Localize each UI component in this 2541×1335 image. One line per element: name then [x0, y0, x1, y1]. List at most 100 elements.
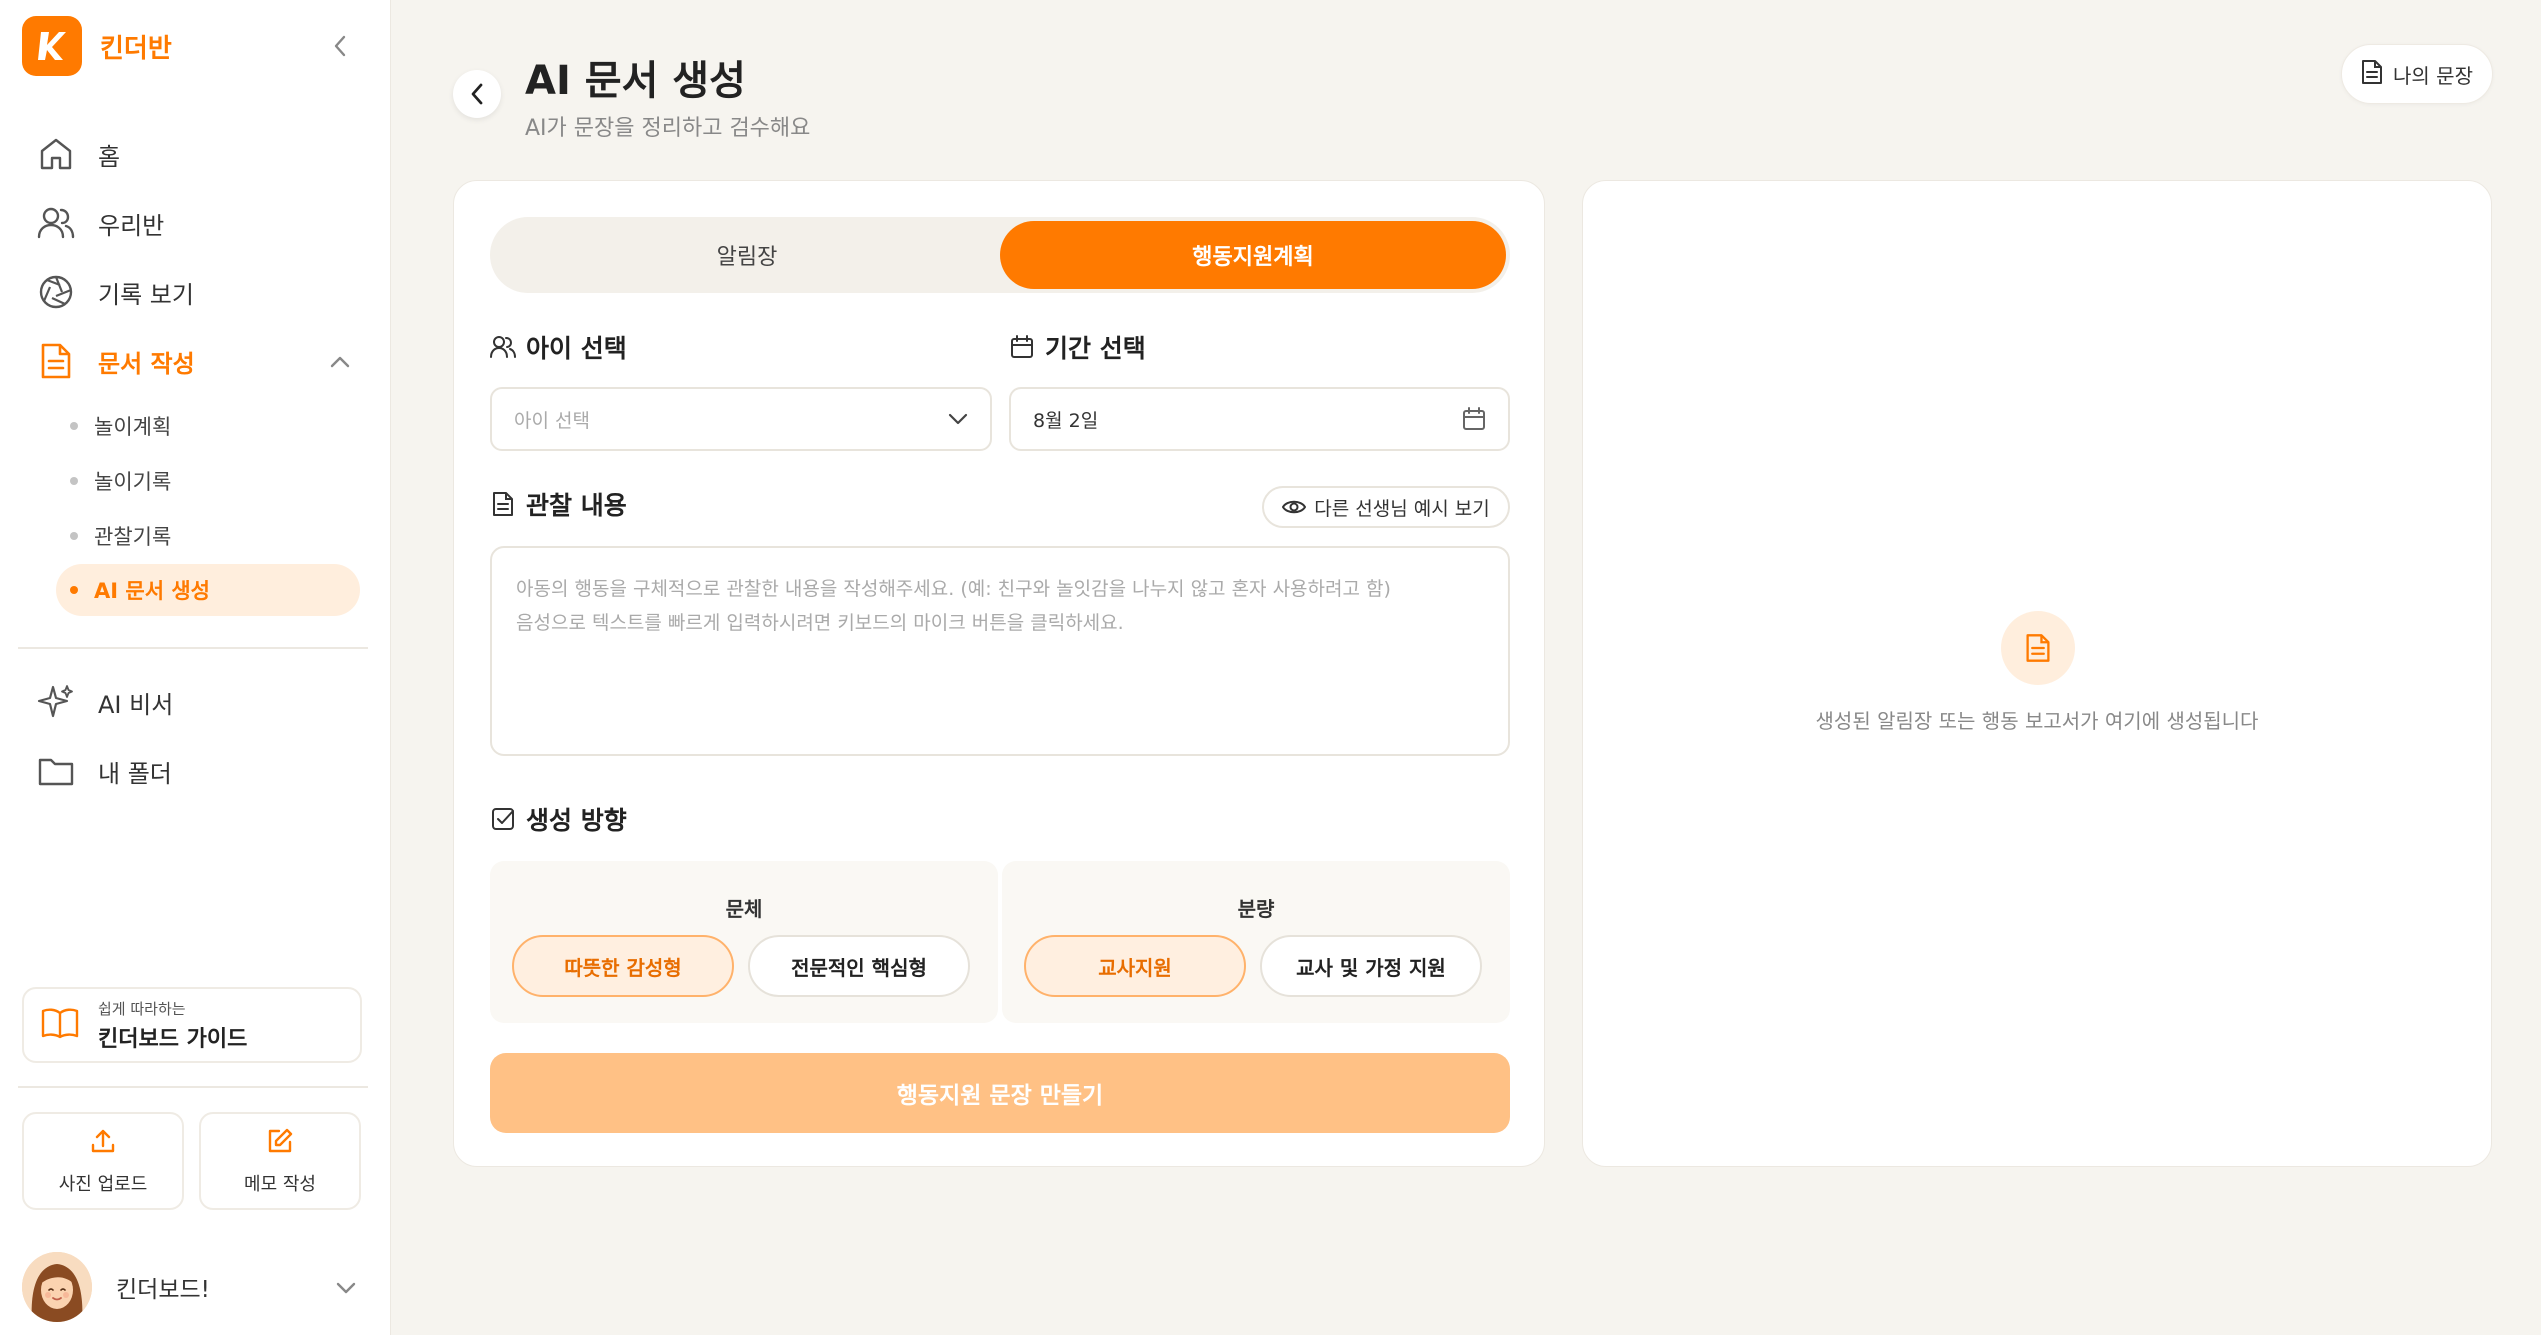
sub-item-label: 놀이기록: [94, 470, 172, 494]
preview-empty-message: 생성된 알림장 또는 행동 보고서가 여기에 생성됩니다: [1815, 709, 2259, 733]
aperture-icon: [34, 270, 78, 314]
avatar: [22, 1252, 92, 1322]
brand-name: 킨더반: [100, 33, 172, 64]
upload-photo-button[interactable]: 사진 업로드: [22, 1112, 184, 1210]
bullet-icon: [70, 532, 78, 540]
child-select-placeholder: 아이 선택: [514, 409, 590, 432]
nav-ai-assistant[interactable]: AI 비서: [34, 674, 173, 730]
sub-item-ai-document[interactable]: AI 문서 생성: [56, 564, 360, 616]
guide-card[interactable]: 쉽게 따라하는 킨더보드 가이드: [22, 987, 362, 1063]
observation-label-text: 관찰 내용: [526, 491, 627, 520]
child-select-label: 아이 선택: [490, 329, 627, 365]
nav-home[interactable]: 홈: [34, 126, 120, 182]
nav-write-documents-label: 문서 작성: [98, 349, 195, 378]
my-documents-label: 나의 문장: [2393, 63, 2473, 88]
calendar-icon: [1009, 334, 1035, 360]
amount-option-teacher[interactable]: 교사지원: [1024, 935, 1246, 997]
write-memo-button[interactable]: 메모 작성: [199, 1112, 361, 1210]
book-icon: [40, 1006, 80, 1044]
document-type-tabs: 알림장 행동지원계획: [490, 217, 1510, 293]
nav-view-records[interactable]: 기록 보기: [34, 264, 194, 320]
users-icon: [490, 334, 516, 360]
guide-subtitle: 쉽게 따라하는: [98, 999, 186, 1018]
nav-ai-assistant-label: AI 비서: [98, 690, 174, 719]
nav-our-class-label: 우리반: [98, 211, 165, 240]
style-option-warm[interactable]: 따뜻한 감성형: [512, 935, 734, 997]
page-subtitle: AI가 문장을 정리하고 검수해요: [525, 116, 811, 141]
observation-placeholder-line1: 아동의 행동을 구체적으로 관찰한 내용을 작성해주세요. (예: 친구와 놀잇…: [516, 578, 1391, 600]
tab-behavior-support-plan[interactable]: 행동지원계획: [1000, 221, 1506, 289]
document-form-panel: 알림장 행동지원계획 아이 선택 아이 선택 기간 선택 8월 2일 관찰 내용…: [453, 180, 1545, 1167]
user-profile[interactable]: 킨더보드!: [22, 1252, 362, 1322]
guide-title: 킨더보드 가이드: [98, 1026, 248, 1052]
preview-panel: 생성된 알림장 또는 행동 보고서가 여기에 생성됩니다: [1582, 180, 2492, 1167]
chevron-up-icon[interactable]: [324, 346, 356, 378]
nav-our-class[interactable]: 우리반: [34, 195, 164, 251]
amount-group-title: 분량: [1237, 897, 1275, 921]
my-documents-button[interactable]: 나의 문장: [2341, 44, 2493, 104]
nav-my-folder-label: 내 폴더: [98, 759, 172, 788]
nav-my-folder[interactable]: 내 폴더: [34, 743, 172, 799]
eye-icon: [1282, 500, 1307, 514]
sidebar: 킨더반 홈 우리반 기록 보기 문서 작성 놀이계획 놀이기록 관찰기록 AI …: [0, 0, 391, 1335]
calendar-icon: [1463, 407, 1485, 430]
collapse-sidebar-button[interactable]: [326, 28, 354, 64]
child-select-label-text: 아이 선택: [526, 334, 627, 363]
sub-item-label: 놀이계획: [94, 415, 172, 439]
bullet-icon: [70, 586, 78, 594]
direction-label: 생성 방향: [490, 801, 627, 837]
write-memo-label: 메모 작성: [244, 1173, 316, 1195]
document-icon: [490, 491, 516, 517]
sub-item-label: AI 문서 생성: [94, 579, 210, 603]
view-examples-button[interactable]: 다른 선생님 예시 보기: [1262, 486, 1510, 528]
view-examples-label: 다른 선생님 예시 보기: [1314, 497, 1490, 520]
sidebar-divider: [18, 647, 368, 649]
home-icon: [34, 132, 78, 176]
document-icon: [2001, 611, 2075, 685]
nav-view-records-label: 기록 보기: [98, 280, 194, 309]
chevron-down-icon: [948, 413, 968, 425]
amount-option-group: 분량 교사지원 교사 및 가정 지원: [1002, 861, 1510, 1023]
tab-notice[interactable]: 알림장: [494, 221, 1000, 289]
users-icon: [34, 201, 78, 245]
upload-icon: [89, 1127, 117, 1160]
chevron-left-icon: [334, 35, 346, 57]
upload-photo-label: 사진 업로드: [58, 1173, 148, 1195]
style-group-title: 문체: [725, 897, 763, 921]
sub-item-play-record[interactable]: 놀이기록: [56, 455, 360, 507]
period-date-value: 8월 2일: [1033, 409, 1099, 432]
observation-textarea[interactable]: 아동의 행동을 구체적으로 관찰한 내용을 작성해주세요. (예: 친구와 놀잇…: [490, 546, 1510, 756]
style-option-professional[interactable]: 전문적인 핵심형: [748, 935, 970, 997]
page-title: AI 문서 생성: [525, 58, 746, 104]
observation-label: 관찰 내용: [490, 486, 627, 522]
edit-icon: [266, 1127, 294, 1160]
brand[interactable]: 킨더반: [22, 16, 172, 76]
document-icon: [34, 339, 78, 383]
sidebar-divider: [18, 1086, 368, 1088]
folder-icon: [34, 749, 78, 793]
bullet-icon: [70, 477, 78, 485]
observation-placeholder-line2: 음성으로 텍스트를 빠르게 입력하시려면 키보드의 마이크 버튼을 클릭하세요.: [516, 612, 1124, 634]
child-select-dropdown[interactable]: 아이 선택: [490, 387, 992, 451]
document-icon: [2361, 59, 2383, 90]
back-button[interactable]: [453, 70, 501, 118]
sparkle-icon: [34, 680, 78, 724]
sub-item-play-plan[interactable]: 놀이계획: [56, 400, 360, 452]
direction-label-text: 생성 방향: [526, 806, 627, 835]
nav-home-label: 홈: [98, 142, 121, 171]
style-option-group: 문체 따뜻한 감성형 전문적인 핵심형: [490, 861, 998, 1023]
sub-item-label: 관찰기록: [94, 525, 172, 549]
chevron-down-icon[interactable]: [330, 1272, 362, 1304]
sub-item-observation-record[interactable]: 관찰기록: [56, 510, 360, 562]
amount-option-teacher-and-home[interactable]: 교사 및 가정 지원: [1260, 935, 1482, 997]
bullet-icon: [70, 422, 78, 430]
profile-name: 킨더보드!: [116, 1277, 210, 1303]
period-select-label-text: 기간 선택: [1045, 334, 1146, 363]
generate-sentence-button[interactable]: 행동지원 문장 만들기: [490, 1053, 1510, 1133]
nav-write-documents[interactable]: 문서 작성: [34, 333, 195, 389]
checkbox-icon: [490, 806, 516, 832]
period-select-label: 기간 선택: [1009, 329, 1146, 365]
brand-logo-icon: [22, 16, 82, 76]
chevron-left-icon: [471, 83, 483, 105]
period-date-input[interactable]: 8월 2일: [1009, 387, 1510, 451]
